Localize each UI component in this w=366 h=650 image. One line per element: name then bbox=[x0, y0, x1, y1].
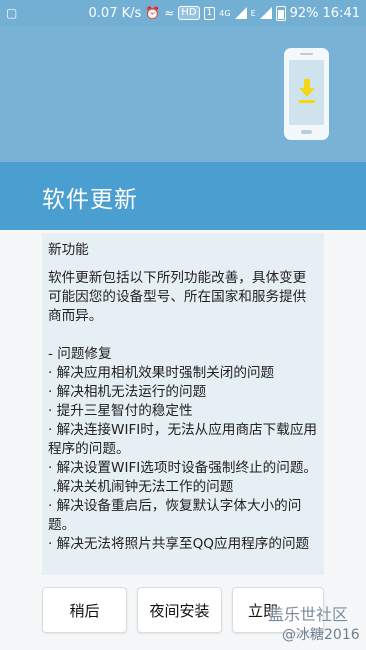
later-button[interactable]: 稍后 bbox=[42, 587, 127, 633]
notes-intro: 软件更新包括以下所列功能改善，具体变更可能因您的设备型号、所在国家和服务提供商而… bbox=[48, 270, 307, 324]
watermark-user: @冰糖2016 bbox=[282, 627, 360, 643]
notes-item: · 解决相机无法运行的问题 bbox=[48, 384, 207, 400]
sim-badge: 1 bbox=[203, 6, 216, 20]
watermark-site: 盖乐世社区 bbox=[268, 605, 349, 624]
download-icon bbox=[299, 79, 315, 103]
signal-icon-2 bbox=[259, 7, 272, 19]
notes-item: · 解决连接WIFI时，无法从应用商店下载应用程序的问题。 bbox=[48, 422, 318, 457]
page-title: 软件更新 bbox=[42, 187, 138, 213]
notes-item: · 解决设置WIFI选项时设备强制终止的问题。 bbox=[48, 460, 318, 476]
release-notes[interactable]: 新功能 软件更新包括以下所列功能改善，具体变更可能因您的设备型号、所在国家和服务… bbox=[42, 233, 324, 575]
carrier-type: E bbox=[250, 8, 256, 18]
status-bar: ▢ 0.07 K/s ⏰ ≈ HD 1 4G E 92% 16:41 bbox=[0, 0, 366, 26]
wifi-icon: ≈ bbox=[164, 6, 175, 20]
phone-illustration bbox=[284, 48, 329, 140]
notes-section-title: - 问题修复 bbox=[48, 346, 112, 362]
screenshot-icon: ▢ bbox=[6, 6, 18, 20]
battery-level: 92% bbox=[289, 5, 319, 21]
notes-item: .解决关机闹钟无法工作的问题 bbox=[48, 479, 234, 495]
signal-icon bbox=[234, 7, 247, 19]
alarm-icon: ⏰ bbox=[145, 6, 161, 20]
notes-item: · 提升三星智付的稳定性 bbox=[48, 403, 193, 419]
battery-icon bbox=[275, 5, 286, 21]
notes-item: · 解决应用相机效果时强制关闭的问题 bbox=[48, 365, 275, 381]
notes-heading: 新功能 bbox=[48, 242, 89, 258]
hd-badge: HD bbox=[178, 6, 200, 20]
notes-item: · 解决无法将照片共享至QQ应用程序的问题 bbox=[48, 536, 310, 552]
hero-banner bbox=[0, 26, 366, 162]
network-speed: 0.07 K/s bbox=[88, 5, 142, 21]
night-install-button[interactable]: 夜间安装 bbox=[137, 587, 222, 633]
network-type: 4G bbox=[219, 8, 231, 18]
title-band: 软件更新 bbox=[0, 162, 366, 230]
clock: 16:41 bbox=[322, 5, 360, 21]
notes-item: · 解决设备重启后，恢复默认字体大小的问题。 bbox=[48, 498, 302, 533]
